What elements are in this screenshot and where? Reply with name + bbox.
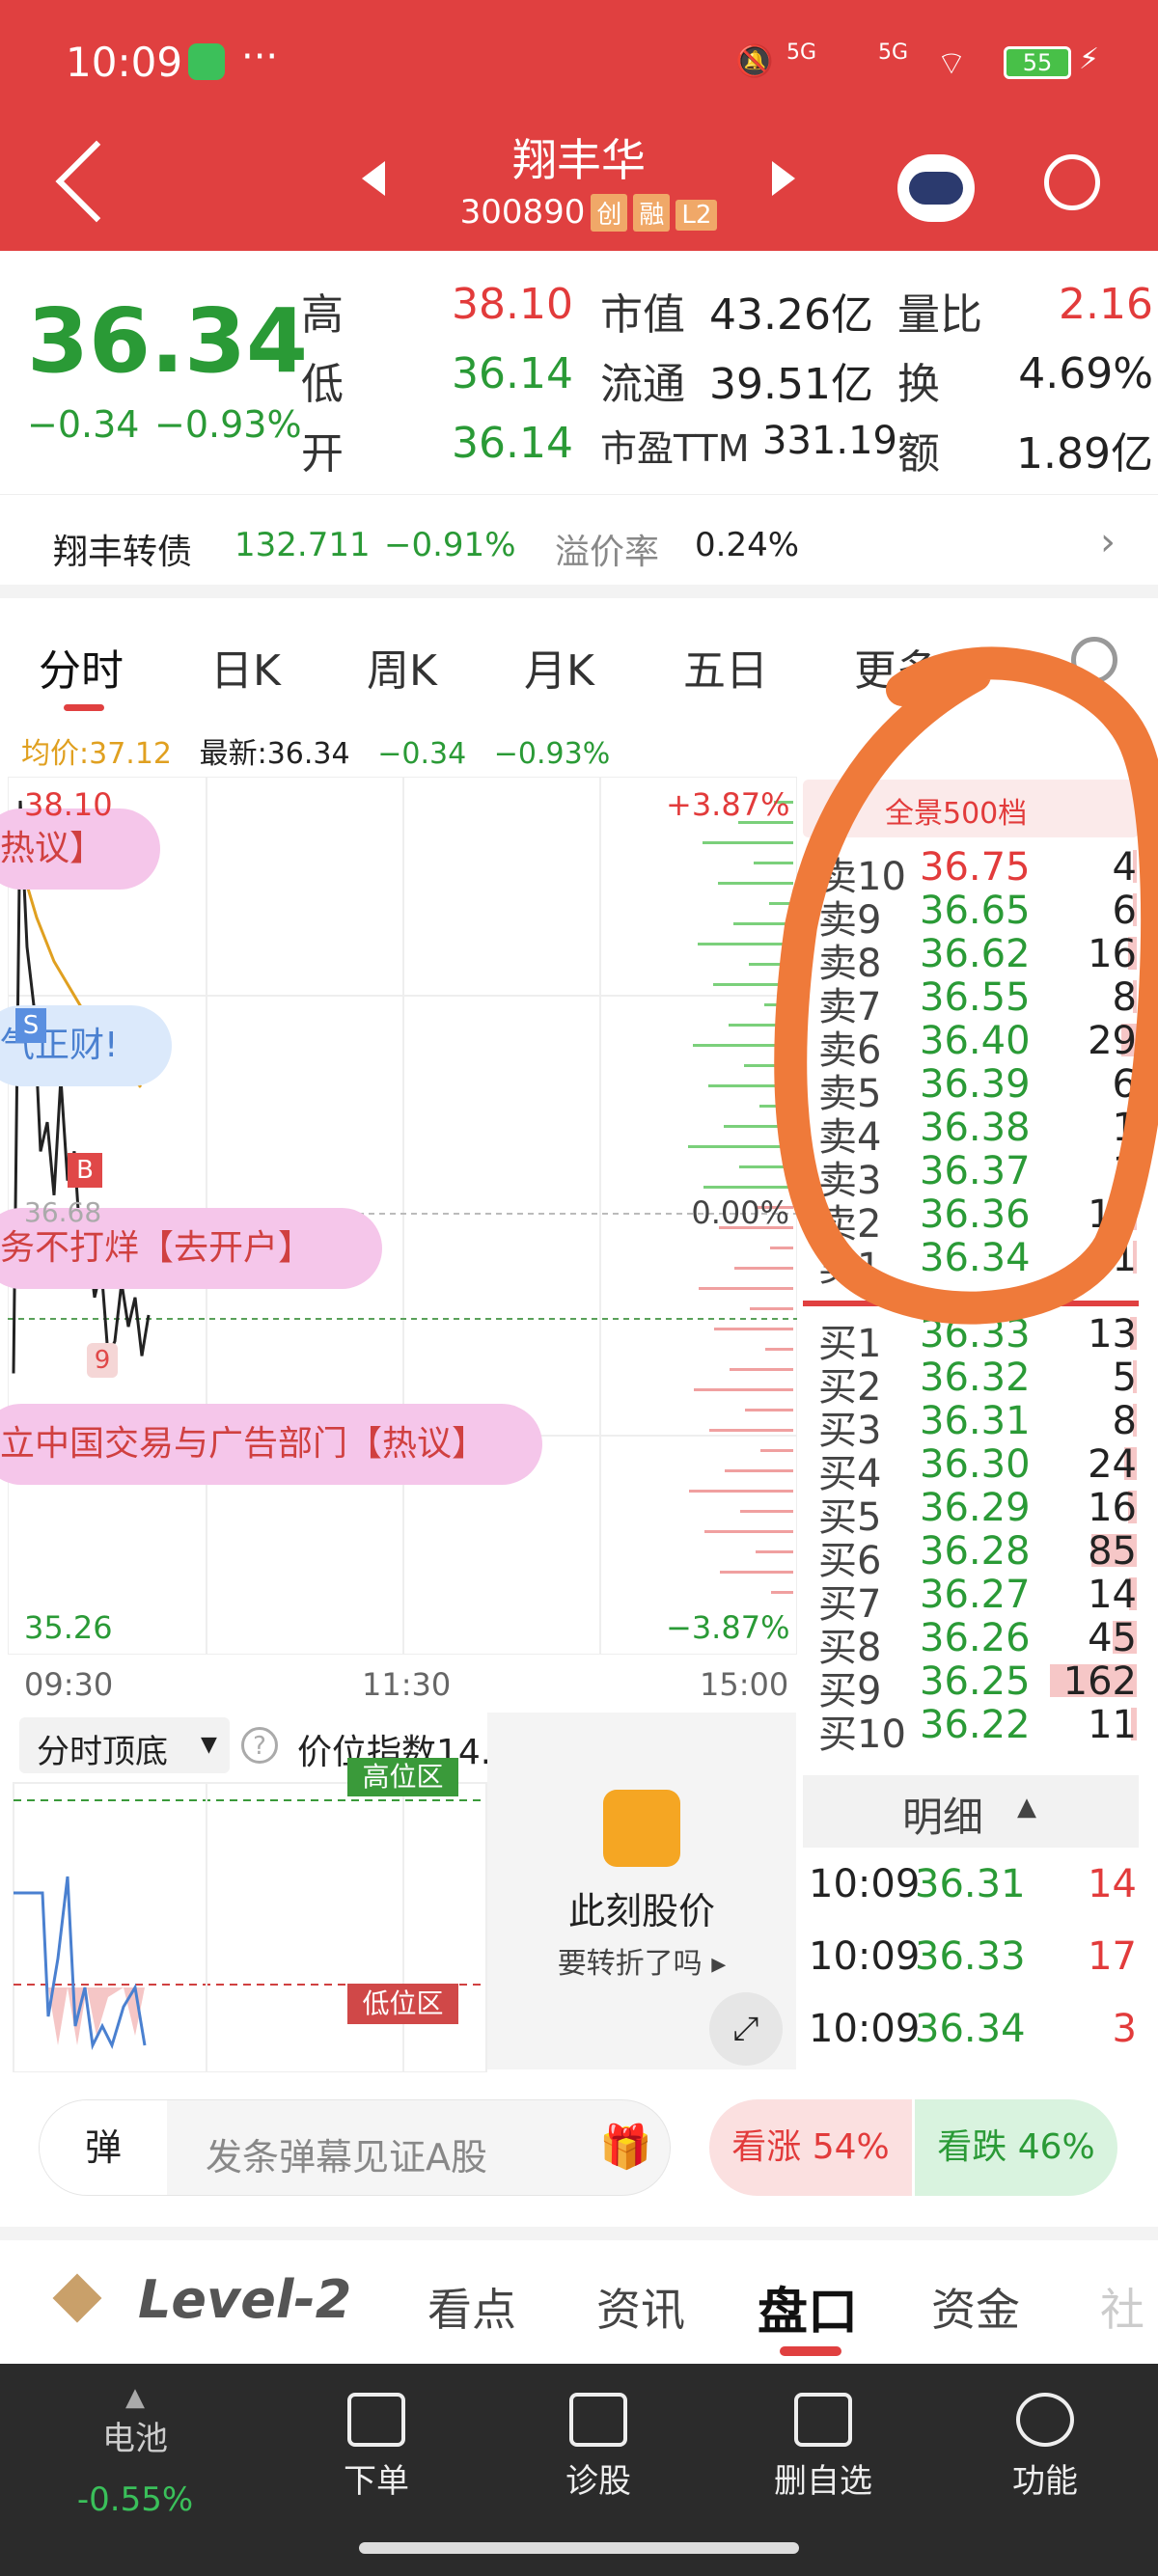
annotation-circle	[774, 646, 1158, 1325]
